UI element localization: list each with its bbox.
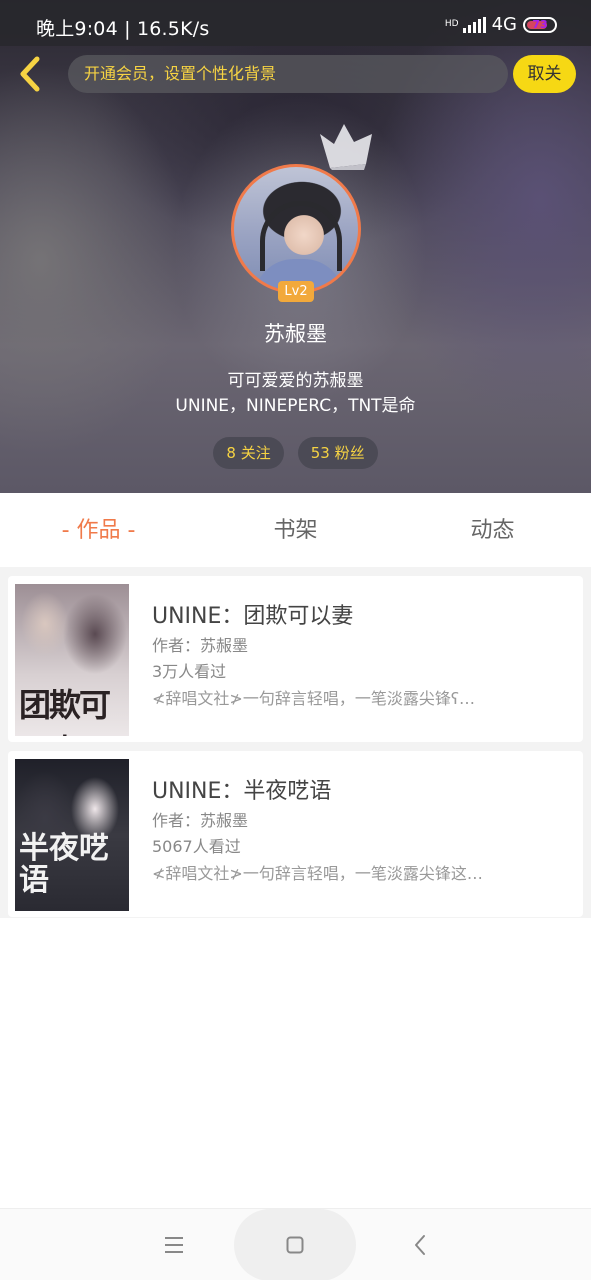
book-description: ≮辞唱文社≯一句辞言轻唱，一笔淡露尖锋ʕ… xyxy=(152,689,475,708)
battery-icon: 73 xyxy=(523,16,557,33)
book-title: UNINE：团欺可以妻 xyxy=(152,604,354,629)
cover-title: 团欺可以妻 xyxy=(19,686,111,736)
book-cover: 半夜呓语 xyxy=(15,759,129,911)
back-arrow-icon xyxy=(415,1235,425,1255)
tab-bar: - 作品 - 书架 动态 xyxy=(0,493,591,567)
book-views: 5067人看过 xyxy=(152,837,241,856)
status-time: 晚上9:04 xyxy=(36,18,118,40)
system-back-button[interactable] xyxy=(406,1231,434,1259)
status-bar: 晚上9:04 | 16.5K/s HD 4G 73 xyxy=(0,0,591,46)
following-count[interactable]: 8 关注 xyxy=(213,437,284,469)
tab-bookshelf[interactable]: 书架 xyxy=(197,493,394,567)
book-card[interactable]: 团欺可以妻 UNINE：团欺可以妻 作者：苏赧墨 3万人看过 ≮辞唱文社≯一句辞… xyxy=(8,576,583,742)
status-divider: | xyxy=(124,18,137,40)
user-bio: 可可爱爱的苏赧墨 UNINE，NINEPERC，TNT是命 xyxy=(0,369,591,419)
book-card[interactable]: 半夜呓语 UNINE：半夜呓语 作者：苏赧墨 5067人看过 ≮辞唱文社≯一句辞… xyxy=(8,751,583,917)
signal-icon xyxy=(462,16,486,33)
cover-title: 半夜呓语 xyxy=(19,831,109,898)
bio-line-1: 可可爱爱的苏赧墨 xyxy=(227,371,364,391)
followers-count[interactable]: 53 粉丝 xyxy=(297,437,378,469)
tab-works[interactable]: - 作品 - xyxy=(0,493,197,567)
tab-activity[interactable]: 动态 xyxy=(394,493,591,567)
chevron-left-icon xyxy=(20,56,40,92)
unfollow-button[interactable]: 取关 xyxy=(513,55,576,93)
status-right: HD 4G 73 xyxy=(445,14,557,35)
avatar[interactable] xyxy=(231,164,361,294)
book-views: 3万人看过 xyxy=(152,662,227,681)
avatar-image xyxy=(231,164,361,294)
book-cover: 团欺可以妻 xyxy=(15,584,129,736)
menu-button[interactable] xyxy=(160,1231,188,1259)
network-type: 4G xyxy=(491,14,517,35)
book-title: UNINE：半夜呓语 xyxy=(152,779,332,804)
vip-background-banner[interactable]: 开通会员，设置个性化背景 xyxy=(68,55,508,93)
battery-level: 73 xyxy=(532,18,548,31)
avatar-headset xyxy=(260,201,342,271)
square-icon xyxy=(286,1236,304,1254)
book-description: ≮辞唱文社≯一句辞言轻唱，一笔淡露尖锋这… xyxy=(152,864,483,883)
menu-icon xyxy=(165,1237,183,1253)
book-author: 作者：苏赧墨 xyxy=(152,636,249,655)
bio-line-2: UNINE，NINEPERC，TNT是命 xyxy=(175,396,416,416)
home-button[interactable] xyxy=(281,1231,309,1259)
username: 苏赧墨 xyxy=(264,322,327,346)
profile-header: 晚上9:04 | 16.5K/s HD 4G 73 开通会员，设置个性化背景 取… xyxy=(0,0,591,493)
hd-icon: HD xyxy=(444,19,459,29)
level-badge: Lv2 xyxy=(278,281,314,302)
crown-icon xyxy=(320,124,372,170)
system-nav-bar xyxy=(0,1208,591,1280)
book-author: 作者：苏赧墨 xyxy=(152,811,249,830)
stats-row: 8 关注 53 粉丝 xyxy=(0,437,591,469)
status-speed: 16.5K/s xyxy=(136,18,210,40)
status-left: 晚上9:04 | 16.5K/s xyxy=(36,14,209,41)
back-button[interactable] xyxy=(10,54,50,94)
